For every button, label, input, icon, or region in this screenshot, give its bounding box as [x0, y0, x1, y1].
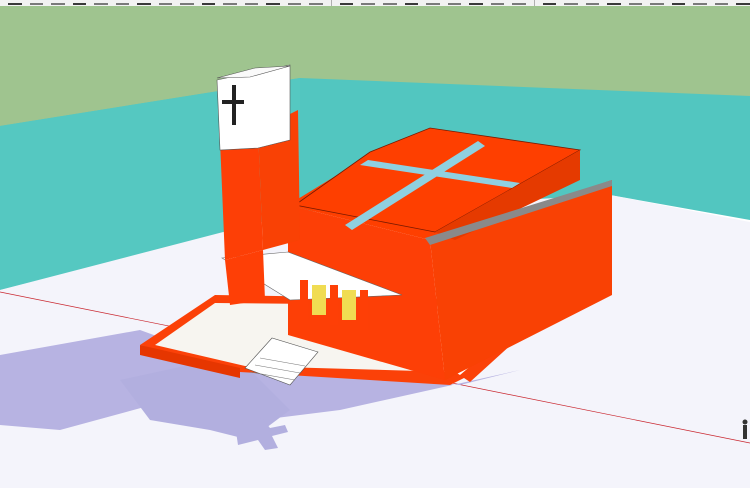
zoom-window-icon[interactable] — [490, 1, 505, 5]
line-tool-icon[interactable] — [51, 1, 65, 5]
rectangle-tool-icon[interactable] — [115, 1, 130, 5]
protractor-icon[interactable] — [339, 1, 354, 5]
previous-view-icon[interactable] — [542, 1, 557, 5]
front-view-icon[interactable] — [693, 1, 707, 5]
pan-icon[interactable] — [447, 1, 462, 5]
look-around-icon[interactable] — [607, 1, 621, 5]
column — [360, 290, 368, 330]
eraser-tool-icon[interactable] — [29, 1, 44, 5]
push-pull-tool-icon[interactable] — [180, 1, 194, 5]
zoom-extents-icon[interactable] — [512, 1, 526, 5]
column — [330, 285, 338, 325]
move-tool-icon[interactable] — [201, 1, 216, 5]
right-view-icon[interactable] — [714, 1, 729, 5]
paint-bucket-icon[interactable] — [404, 1, 419, 5]
top-view-icon[interactable] — [671, 1, 686, 5]
scale-figure — [742, 419, 748, 439]
next-view-icon[interactable] — [564, 1, 578, 5]
section-plane-icon[interactable] — [628, 1, 643, 5]
iso-view-icon[interactable] — [650, 1, 664, 5]
zoom-icon[interactable] — [469, 1, 483, 5]
orbit-icon[interactable] — [426, 1, 440, 5]
offset-tool-icon[interactable] — [266, 1, 280, 5]
axes-tool-icon[interactable] — [383, 1, 397, 5]
arc-tool-icon[interactable] — [72, 1, 87, 5]
circle-tool-icon[interactable] — [137, 1, 151, 5]
scale-tool-icon[interactable] — [244, 1, 259, 5]
back-view-icon[interactable] — [736, 1, 750, 5]
model-viewport[interactable] — [0, 6, 750, 488]
tape-measure-icon[interactable] — [287, 1, 302, 5]
column — [300, 280, 308, 320]
freehand-tool-icon[interactable] — [94, 1, 108, 5]
dimension-icon[interactable] — [309, 1, 323, 5]
rotate-tool-icon[interactable] — [223, 1, 237, 5]
entrance-window — [342, 290, 356, 320]
polygon-tool-icon[interactable] — [158, 1, 173, 5]
walk-icon[interactable] — [585, 1, 600, 5]
text-tool-icon[interactable] — [361, 1, 375, 5]
sketchup-window — [0, 0, 750, 488]
select-tool-icon[interactable] — [8, 1, 22, 5]
entrance-window — [312, 285, 326, 315]
